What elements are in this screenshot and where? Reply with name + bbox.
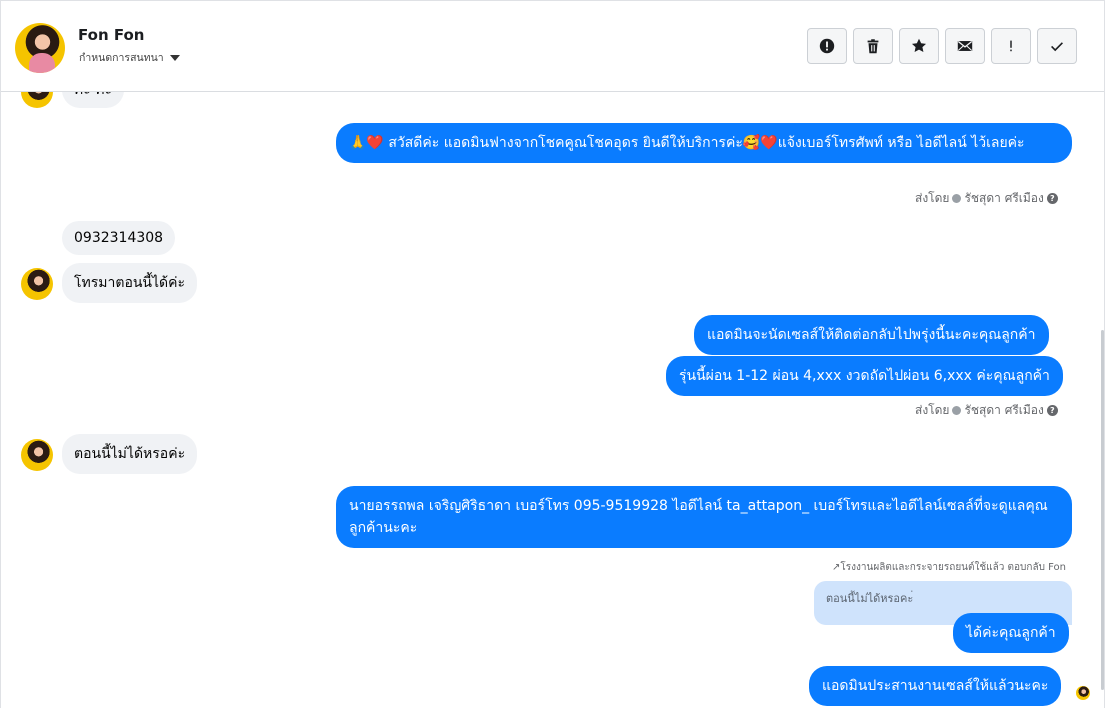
outgoing-message: รุ่นนี้ผ่อน 1-12 ผ่อน 4,xxx งวดถัดไปผ่อน…	[666, 356, 1063, 396]
sent-by-name: รัชสุดา ศรีเมือง	[964, 403, 1044, 417]
checkmark-icon	[1051, 42, 1063, 52]
sent-by-info: ส่งโดย รัชสุดา ศรีเมือง ?	[915, 401, 1058, 420]
outgoing-message: ได้ค่ะคุณลูกค้า	[953, 613, 1069, 653]
follow-up-button[interactable]	[991, 28, 1031, 64]
seen-indicator-avatar	[1076, 686, 1090, 700]
sent-by-label: ส่งโดย	[915, 191, 950, 205]
incoming-message: ตอนนี้ไม่ได้หรอค่ะ	[62, 434, 198, 474]
contact-avatar[interactable]	[15, 23, 65, 73]
star-button[interactable]	[899, 28, 939, 64]
star-icon	[911, 38, 927, 53]
trash-icon	[867, 39, 879, 54]
contact-avatar-small	[21, 268, 53, 300]
sent-by-info: ส่งโดย รัชสุดา ศรีเมือง ?	[915, 189, 1058, 208]
contact-name[interactable]: Fon Fon	[78, 26, 144, 44]
outgoing-message: แอดมินประสานงานเซลส์ให้แล้วนะคะ	[809, 666, 1062, 706]
contact-avatar-small	[21, 92, 53, 108]
alert-circle-icon	[819, 38, 835, 54]
mark-unread-button[interactable]	[945, 28, 985, 64]
conversation-header: Fon Fon กำหนดการสนทนา	[1, 1, 1104, 92]
action-toolbar	[807, 28, 1077, 64]
incoming-message: ค่ะ ค่ะ	[62, 92, 125, 108]
conversation-status-dropdown[interactable]: กำหนดการสนทนา	[79, 49, 180, 66]
caret-down-icon	[169, 54, 180, 61]
help-icon[interactable]: ?	[1046, 405, 1058, 416]
exclamation-icon	[1010, 40, 1012, 52]
help-icon[interactable]: ?	[1046, 193, 1058, 204]
message-thread[interactable]: ค่ะ ค่ะ 🙏❤️ สวัสดีค่ะ แอดมินฟางจากโชคคูณ…	[1, 92, 1104, 708]
agent-status-icon	[952, 194, 962, 203]
envelope-icon	[957, 41, 973, 51]
agent-status-icon	[952, 406, 962, 415]
reply-context-note: ↗โรงงานผลิตและกระจายรถยนต์ใช้แล้ว ตอบกลั…	[832, 562, 1066, 573]
incoming-message: โทรมาตอนนี้ได้ค่ะ	[62, 263, 198, 303]
sent-by-name: รัชสุดา ศรีเมือง	[964, 191, 1044, 205]
incoming-message: 0932314308	[62, 221, 176, 255]
contact-avatar-small	[21, 439, 53, 471]
sent-by-label: ส่งโดย	[915, 403, 950, 417]
delete-button[interactable]	[853, 28, 893, 64]
conversation-status-label: กำหนดการสนทนา	[79, 52, 164, 64]
thread-scrollbar[interactable]	[1101, 330, 1104, 690]
outgoing-message: 🙏❤️ สวัสดีค่ะ แอดมินฟางจากโชคคูณโชคอุดร …	[336, 123, 1072, 163]
mark-spam-button[interactable]	[807, 28, 847, 64]
outgoing-message: นายอรรถพล เจริญศิริธาดา เบอร์โทร 095-951…	[336, 486, 1072, 548]
outgoing-message: แอดมินจะนัดเซลส์ให้ติดต่อกลับไปพรุ่งนี้น…	[694, 315, 1049, 355]
mark-done-button[interactable]	[1037, 28, 1077, 64]
